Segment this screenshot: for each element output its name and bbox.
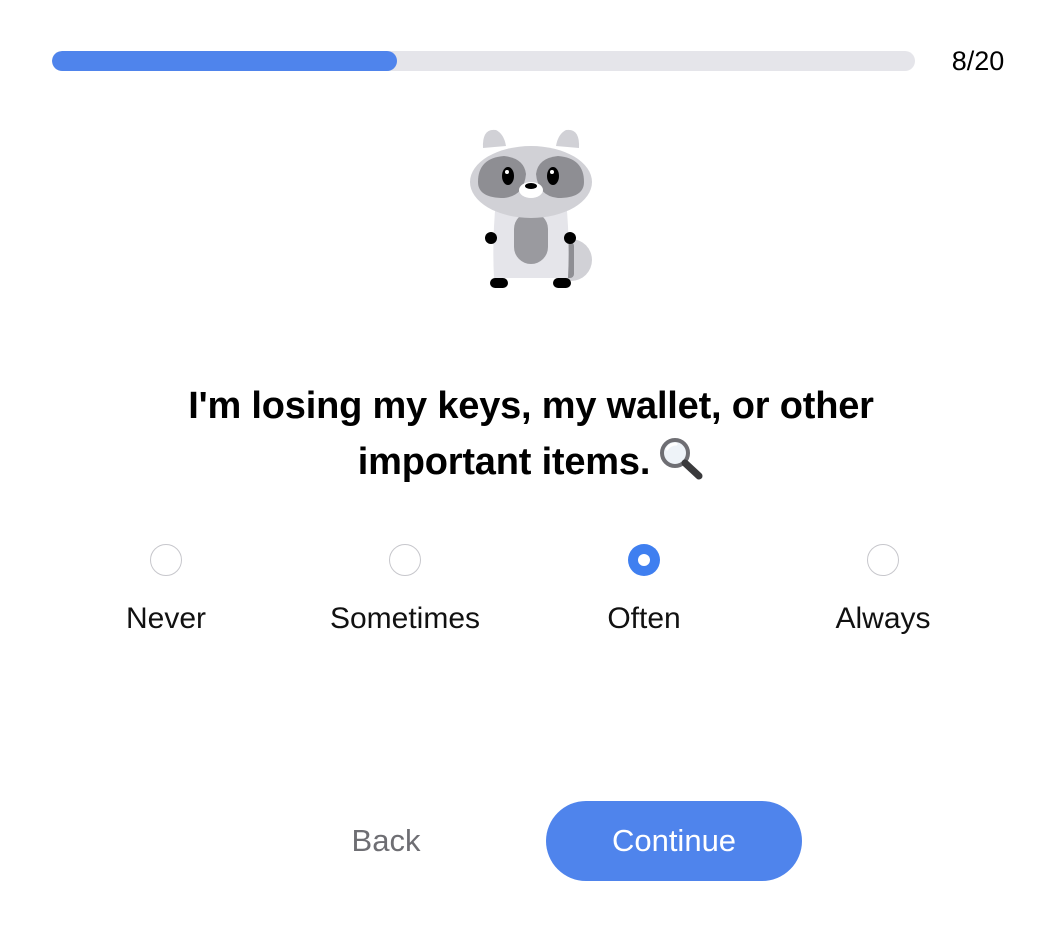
option-often[interactable]: Often <box>544 544 744 644</box>
magnifying-glass-icon <box>658 436 704 496</box>
option-label-sometimes: Sometimes <box>329 602 481 635</box>
option-never[interactable]: Never <box>66 544 266 644</box>
option-always[interactable]: Always <box>783 544 983 644</box>
radio-always[interactable] <box>867 544 899 576</box>
option-label-often: Often <box>607 602 681 635</box>
radio-never[interactable] <box>150 544 182 576</box>
radio-often[interactable] <box>628 544 660 576</box>
question-text: I'm losing my keys, my wallet, or other … <box>120 378 942 496</box>
survey-page: 8/20 I'm losing my keys, my wallet, or o… <box>0 0 1062 926</box>
continue-button[interactable]: Continue <box>546 801 802 881</box>
option-label-never: Never <box>125 602 207 635</box>
progress-bar-fill <box>52 51 398 71</box>
radio-sometimes[interactable] <box>389 544 421 576</box>
option-label-always: Always <box>835 602 931 635</box>
raccoon-icon <box>470 129 592 288</box>
question-label: I'm losing my keys, my wallet, or other … <box>188 385 874 483</box>
progress-counter: 8/20 <box>951 46 1005 76</box>
option-sometimes[interactable]: Sometimes <box>305 544 505 644</box>
back-button[interactable]: Back <box>316 801 456 881</box>
progress-bar <box>52 51 915 71</box>
